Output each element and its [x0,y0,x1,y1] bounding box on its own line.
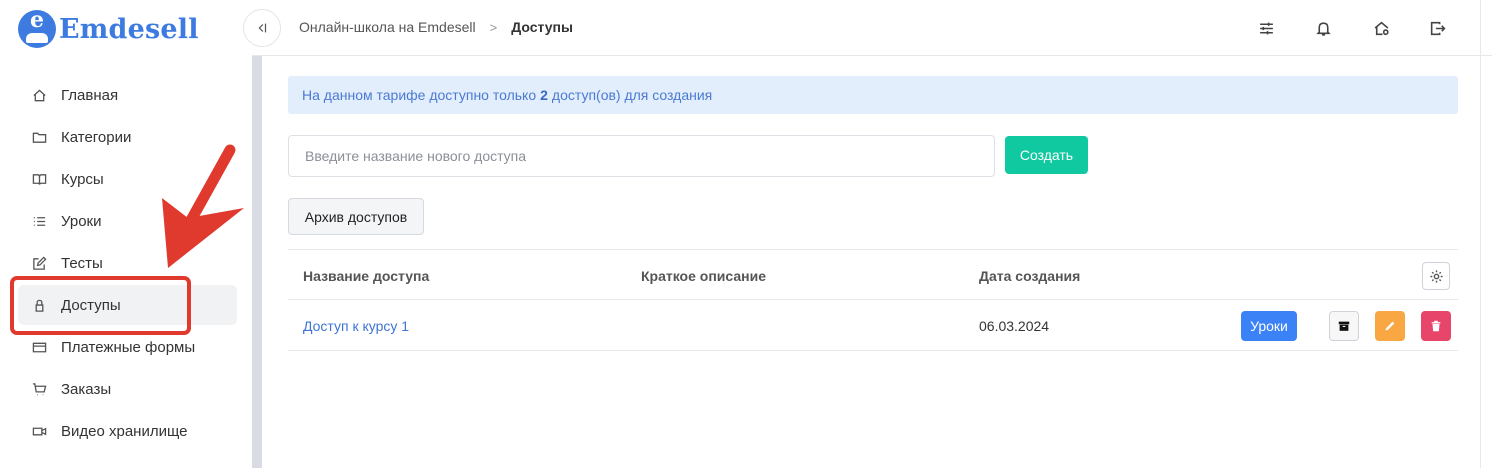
sidebar-item-orders[interactable]: Заказы [18,369,237,409]
sidebar-item-label: Уроки [61,212,102,230]
logo-badge-letter: e [30,10,44,33]
sidebar-item-courses[interactable]: Курсы [18,159,237,199]
table-header: Название доступа Краткое описание Дата с… [288,249,1458,300]
sidebar-item-label: Курсы [61,170,104,188]
tariff-limit-alert: На данном тарифе доступно только 2 досту… [288,76,1458,114]
new-access-name-input[interactable] [288,135,995,177]
access-table: Название доступа Краткое описание Дата с… [288,249,1458,351]
main-content: На данном тарифе доступно только 2 досту… [262,56,1480,468]
bell-icon[interactable] [1313,18,1333,38]
sidebar-scrollbar[interactable] [252,56,262,468]
window-edge [1480,0,1481,468]
table-settings-button[interactable] [1422,262,1450,290]
brand-name: Emdesell [59,13,199,45]
create-access-button[interactable]: Создать [1005,136,1088,174]
alert-count: 2 [540,87,548,103]
sliders-icon[interactable] [1256,18,1276,38]
breadcrumb: Онлайн-школа на Emdesell > Доступы [299,19,573,35]
logout-icon[interactable] [1427,18,1447,38]
delete-row-button[interactable] [1421,311,1451,341]
edit-square-icon [30,254,48,272]
sidebar-item-label: Категории [61,128,132,146]
access-date: 06.03.2024 [979,318,1050,334]
sidebar-item-label: Главная [61,86,119,104]
top-header: Онлайн-школа на Emdesell > Доступы [243,0,1492,56]
brand-logo[interactable]: e Emdesell [18,10,199,48]
table-row: Доступ к курсу 1 06.03.2024 Уроки [288,300,1458,351]
sidebar-item-home[interactable]: Главная [18,75,237,115]
alert-prefix: На данном тарифе доступно только [302,87,537,103]
sidebar-menu: Главная Категории Курсы Уроки Тесты Дост… [18,75,237,453]
sidebar-item-label: Платежные формы [61,338,196,356]
trash-icon [1431,320,1441,332]
sidebar-item-label: Тесты [61,254,103,272]
sidebar-item-label: Видео хранилище [61,422,188,440]
row-actions: Уроки [1241,311,1451,341]
breadcrumb-current: Доступы [511,19,573,35]
sidebar-item-label: Заказы [61,380,112,398]
sidebar-item-categories[interactable]: Категории [18,117,237,157]
alert-suffix: доступ(ов) для создания [551,87,713,103]
folder-icon [30,128,48,146]
list-icon [30,212,48,230]
breadcrumb-separator: > [489,19,498,35]
pencil-icon [1385,321,1395,331]
lock-icon [30,296,48,314]
archive-box-icon [1338,321,1350,331]
column-header-name: Название доступа [303,268,430,284]
book-icon [30,170,48,188]
access-archive-button[interactable]: Архив доступов [288,198,424,235]
home-settings-icon[interactable] [1371,18,1391,38]
sidebar-item-video-storage[interactable]: Видео хранилище [18,411,237,451]
column-header-description: Краткое описание [641,268,766,284]
lessons-button[interactable]: Уроки [1241,311,1297,341]
sidebar-item-access[interactable]: Доступы [18,285,237,325]
cart-icon [30,380,48,398]
archive-row-button[interactable] [1329,311,1359,341]
home-icon [30,86,48,104]
video-icon [30,422,48,440]
gear-icon [1429,269,1443,283]
sidebar: e Emdesell Главная Категории Курсы Уроки [0,0,252,468]
sidebar-item-tests[interactable]: Тесты [18,243,237,283]
sidebar-item-label: Доступы [61,296,121,314]
sidebar-item-payment-forms[interactable]: Платежные формы [18,327,237,367]
credit-card-icon [30,338,48,356]
logo-badge-icon: e [18,10,56,48]
breadcrumb-parent[interactable]: Онлайн-школа на Emdesell [299,19,476,35]
access-name-link[interactable]: Доступ к курсу 1 [303,318,409,334]
column-header-date: Дата создания [979,268,1081,284]
collapse-sidebar-icon [258,23,267,33]
sidebar-item-lessons[interactable]: Уроки [18,201,237,241]
app-window: e Emdesell Главная Категории Курсы Уроки [0,0,1492,468]
collapse-sidebar-button[interactable] [243,9,281,47]
edit-row-button[interactable] [1375,311,1405,341]
